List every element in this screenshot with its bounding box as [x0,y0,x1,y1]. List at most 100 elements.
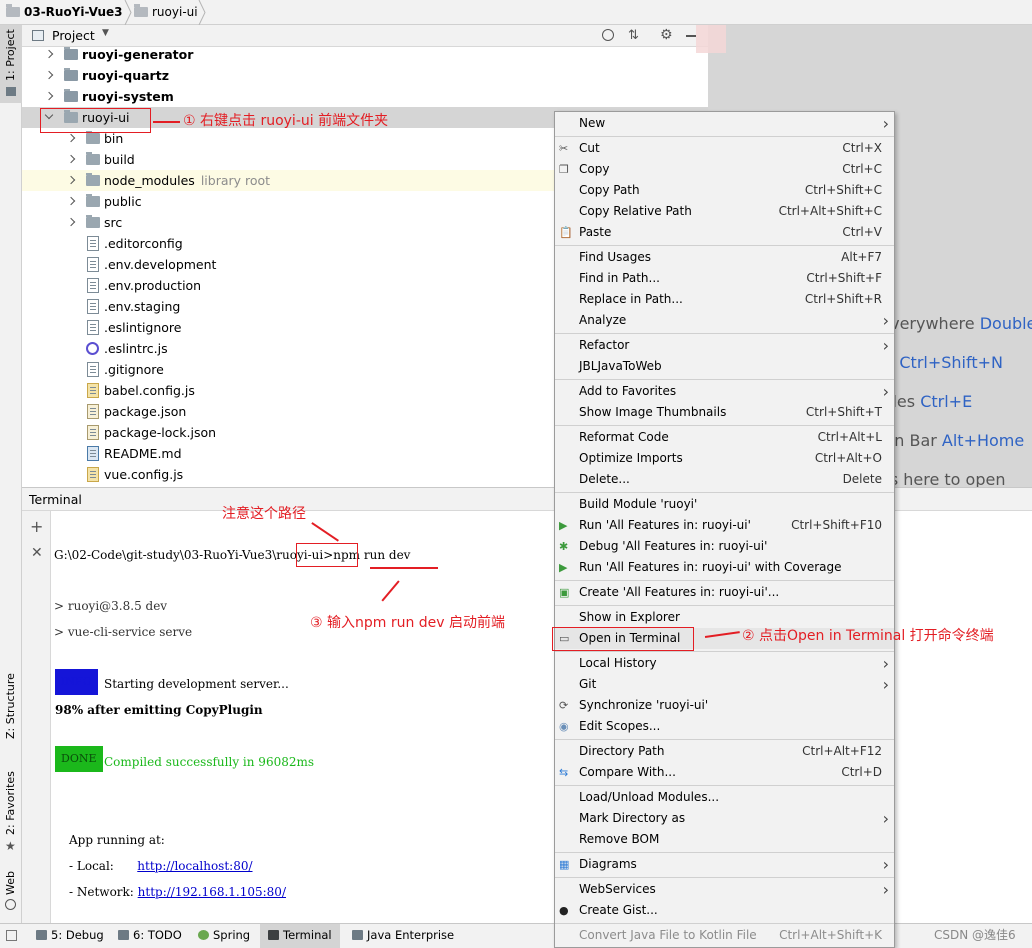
menu-item-label: Refactor [579,338,630,352]
menu-item-copy[interactable]: ❐ Copy Ctrl+C [555,159,894,180]
tree-item[interactable]: ruoyi-generator [22,47,708,65]
menu-item-load-unload-modules[interactable]: Load/Unload Modules... [555,787,894,808]
annotation-box-open-terminal [552,627,694,651]
chevron-right-icon[interactable] [66,149,76,170]
tree-item-label: src [104,215,123,230]
menu-item-shortcut: Ctrl+Alt+F12 [802,744,882,758]
menu-item-webservices[interactable]: WebServices › [555,879,894,900]
menu-item-local-history[interactable]: Local History › [555,653,894,674]
menu-item-jbljavatoweb[interactable]: JBLJavaToWeb [555,356,894,377]
gear-icon[interactable]: ⚙ [660,27,673,43]
menu-item-copy-path[interactable]: Copy Path Ctrl+Shift+C [555,180,894,201]
breadcrumb-project[interactable]: 03-RuoYi-Vue3 [6,0,123,25]
chevron-right-icon[interactable] [44,65,54,86]
tab-structure[interactable]: Z: Structure [0,673,22,751]
menu-item-label: Reformat Code [579,430,669,444]
menu-item-paste[interactable]: 📋 Paste Ctrl+V [555,222,894,243]
menu-item-build-module-ruoyi[interactable]: Build Module 'ruoyi' [555,494,894,515]
close-icon[interactable]: ✕ [31,545,43,561]
toggle-tool-windows-icon[interactable] [6,930,17,941]
menu-item-remove-bom[interactable]: Remove BOM [555,829,894,850]
terminal-info-text: Starting development server... [104,677,289,691]
chevron-right-icon[interactable] [66,170,76,191]
chevron-right-icon: › [882,311,889,330]
menu-item-show-image-thumbnails[interactable]: Show Image Thumbnails Ctrl+Shift+T [555,402,894,423]
debug-icon: ✱ [559,540,569,553]
chevron-right-icon[interactable] [44,86,54,107]
tab-project[interactable]: 1: Project [0,25,22,103]
menu-item-compare-with[interactable]: ⇆ Compare With... Ctrl+D [555,762,894,783]
chevron-right-icon: › [882,855,889,874]
tree-item-label: .editorconfig [104,236,183,251]
tab-todo[interactable]: 6: TODO [112,924,188,948]
chevron-right-icon: › [882,336,889,355]
menu-item-convert-java-file-to-kotlin-file[interactable]: Convert Java File to Kotlin File Ctrl+Alt… [555,925,894,946]
menu-item-replace-in-path[interactable]: Replace in Path... Ctrl+Shift+R [555,289,894,310]
tab-spring-label: Spring [213,928,251,942]
tab-todo-label: 6: TODO [133,928,182,942]
menu-item-directory-path[interactable]: Directory Path Ctrl+Alt+F12 [555,741,894,762]
folder-icon [6,4,20,17]
chevron-right-icon[interactable] [66,212,76,233]
tree-item-note: library root [200,173,271,188]
local-url-link[interactable]: http://localhost:80/ [137,859,252,873]
menu-separator [555,379,894,380]
project-view-selector[interactable]: Project [52,28,95,43]
tree-item-label: .eslintignore [104,320,182,335]
menu-separator [555,605,894,606]
menu-item-mark-directory-as[interactable]: Mark Directory as › [555,808,894,829]
file-icon [87,236,99,251]
new-session-icon[interactable]: + [30,517,43,536]
search-icon[interactable] [696,25,726,53]
copy-icon: ❐ [559,163,569,176]
tree-item[interactable]: ruoyi-quartz [22,65,708,86]
menu-item-copy-relative-path[interactable]: Copy Relative Path Ctrl+Alt+Shift+C [555,201,894,222]
collapse-all-icon[interactable]: ⇅ [628,28,639,43]
menu-item-debug-all-features-in-ruoyi-ui[interactable]: ✱ Debug 'All Features in: ruoyi-ui' [555,536,894,557]
menu-item-create-gist[interactable]: ● Create Gist... [555,900,894,921]
menu-item-edit-scopes[interactable]: ◉ Edit Scopes... [555,716,894,737]
network-url-link[interactable]: http://192.168.1.105:80/ [138,885,286,899]
menu-item-optimize-imports[interactable]: Optimize Imports Ctrl+Alt+O [555,448,894,469]
markdown-file-icon [87,446,99,461]
tab-web[interactable]: Web [0,865,22,915]
minimize-icon[interactable] [686,35,696,37]
tab-spring[interactable]: Spring [192,924,256,948]
locate-icon[interactable] [602,29,614,41]
sync-icon: ⟳ [559,699,569,712]
menu-item-synchronize-ruoyi-ui[interactable]: ⟳ Synchronize 'ruoyi-ui' [555,695,894,716]
menu-item-shortcut: Ctrl+Shift+T [805,405,882,419]
menu-item-git[interactable]: Git › [555,674,894,695]
menu-separator [555,492,894,493]
menu-item-run-all-features-in-ruoyi-ui[interactable]: ▶ Run 'All Features in: ruoyi-ui' Ctrl+Shi… [555,515,894,536]
tree-item[interactable]: ruoyi-system [22,86,708,107]
tab-java-enterprise[interactable]: Java Enterprise [346,924,460,948]
menu-item-run-all-features-in-ruoyi-ui-with-coverage[interactable]: ▶ Run 'All Features in: ruoyi-ui' with Co… [555,557,894,578]
tab-debug[interactable]: 5: Debug [30,924,110,948]
breadcrumb-ruoyi-ui[interactable]: ruoyi-ui [134,0,198,25]
menu-item-find-usages[interactable]: Find Usages Alt+F7 [555,247,894,268]
chevron-right-icon[interactable] [66,191,76,212]
tree-item-label: build [104,152,135,167]
menu-item-find-in-path[interactable]: Find in Path... Ctrl+Shift+F [555,268,894,289]
tab-terminal[interactable]: Terminal [260,924,340,948]
paste-icon: 📋 [559,226,573,239]
project-view-icon [32,30,44,41]
file-icon [87,278,99,293]
menu-item-new[interactable]: New › [555,113,894,134]
menu-item-delete[interactable]: Delete... Delete [555,469,894,490]
tree-item-label: babel.config.js [104,383,195,398]
menu-item-analyze[interactable]: Analyze › [555,310,894,331]
menu-item-refactor[interactable]: Refactor › [555,335,894,356]
menu-item-add-to-favorites[interactable]: Add to Favorites › [555,381,894,402]
menu-item-label: Convert Java File to Kotlin File [579,928,757,942]
terminal-line: > vue-cli-service serve [54,625,193,639]
folder-icon [86,215,100,228]
menu-item-reformat-code[interactable]: Reformat Code Ctrl+Alt+L [555,427,894,448]
menu-item-diagrams[interactable]: ▦ Diagrams › [555,854,894,875]
dropdown-arrow-icon[interactable]: ▼ [102,28,109,38]
menu-item-create-all-features-in-ruoyi-ui[interactable]: ▣ Create 'All Features in: ruoyi-ui'... [555,582,894,603]
tab-favorites[interactable]: 2: Favorites ★ [0,767,22,855]
menu-item-cut[interactable]: ✂ Cut Ctrl+X [555,138,894,159]
chevron-right-icon[interactable] [44,47,54,65]
